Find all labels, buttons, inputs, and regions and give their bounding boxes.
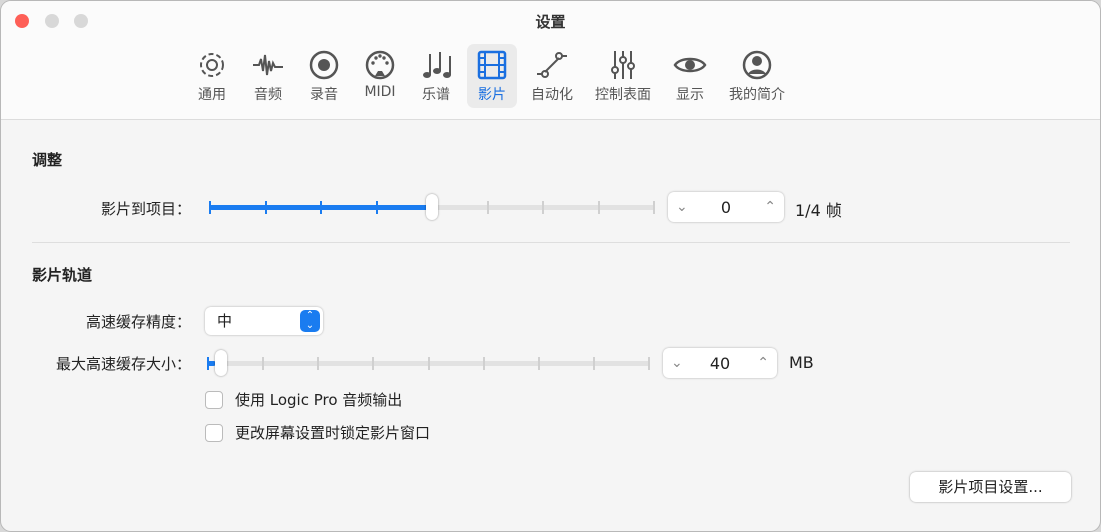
gear-icon bbox=[200, 53, 224, 77]
tab-waveform[interactable]: 音频 bbox=[243, 44, 293, 108]
slider-tick bbox=[537, 357, 540, 370]
checkbox-label: 更改屏幕设置时锁定影片窗口 bbox=[235, 424, 431, 442]
profile-icon bbox=[742, 50, 772, 80]
stepper-value[interactable]: 0 bbox=[721, 198, 731, 217]
select-value: 中 bbox=[217, 312, 233, 330]
decrement-icon[interactable]: ⌄ bbox=[676, 199, 688, 215]
slider-tick bbox=[264, 201, 267, 214]
tab-midi[interactable]: MIDI bbox=[355, 44, 405, 108]
tab-label: 自动化 bbox=[531, 87, 573, 103]
slider-tick bbox=[375, 201, 378, 214]
slider-tick bbox=[653, 201, 655, 214]
divider bbox=[32, 242, 1070, 243]
slider-tick bbox=[597, 201, 600, 214]
slider-tick bbox=[320, 201, 322, 214]
tab-label: 我的简介 bbox=[729, 87, 785, 103]
movie-project-settings-button[interactable]: 影片项目设置... bbox=[910, 472, 1071, 502]
slider-tick bbox=[486, 201, 489, 214]
tab-label: 乐谱 bbox=[422, 87, 450, 103]
tab-eye[interactable]: 显示 bbox=[665, 44, 715, 108]
slider-thumb[interactable] bbox=[426, 194, 438, 220]
movie-to-project-slider[interactable] bbox=[209, 194, 655, 220]
slider-tick bbox=[542, 201, 544, 214]
slider-tick bbox=[207, 357, 209, 370]
sliders-icon bbox=[611, 51, 635, 79]
checkbox[interactable] bbox=[205, 390, 223, 409]
slider-tick bbox=[317, 357, 320, 370]
use-logic-audio-checkbox[interactable]: 使用 Logic Pro 音频输出 bbox=[205, 389, 402, 410]
section-movie-track-heading: 影片轨道 bbox=[32, 266, 93, 284]
cache-precision-select[interactable]: 中 ⌃ ⌄ bbox=[205, 307, 323, 335]
automation-icon bbox=[537, 52, 567, 78]
updown-chevron-icon: ⌃ ⌄ bbox=[300, 310, 320, 332]
settings-window: 设置 通用 音频 录音 MIDI 乐谱 影片 自动化 控制表面 显示 我的简介 调整 影片到项目：… bbox=[0, 0, 1101, 532]
toolbar: 设置 通用 音频 录音 MIDI 乐谱 影片 自动化 控制表面 显示 我的简介 bbox=[1, 1, 1100, 120]
waveform-icon bbox=[253, 54, 283, 76]
tab-label: 显示 bbox=[676, 87, 704, 103]
cache-precision-label: 高速缓存精度： bbox=[85, 313, 191, 331]
slider-tick bbox=[482, 357, 485, 370]
increment-icon[interactable]: ⌃ bbox=[764, 199, 776, 215]
tab-label: 音频 bbox=[254, 87, 282, 103]
slider-thumb[interactable] bbox=[215, 350, 227, 376]
cache-unit-label: MB bbox=[789, 353, 814, 372]
checkbox-label: 使用 Logic Pro 音频输出 bbox=[235, 391, 403, 409]
section-adjust-heading: 调整 bbox=[32, 151, 63, 169]
tab-label: 通用 bbox=[198, 87, 226, 103]
tab-film[interactable]: 影片 bbox=[467, 44, 517, 108]
tab-sliders[interactable]: 控制表面 bbox=[587, 44, 659, 108]
cache-size-stepper[interactable]: ⌄ 40 ⌃ bbox=[663, 348, 777, 378]
slider-tick bbox=[648, 357, 650, 370]
tab-notes[interactable]: 乐谱 bbox=[411, 44, 461, 108]
tab-automation[interactable]: 自动化 bbox=[523, 44, 581, 108]
tab-label: 控制表面 bbox=[595, 87, 651, 103]
movie-to-project-label: 影片到项目： bbox=[100, 200, 191, 218]
slider-tick bbox=[209, 201, 211, 214]
decrement-icon[interactable]: ⌄ bbox=[671, 355, 683, 371]
checkbox[interactable] bbox=[205, 423, 223, 442]
window-title: 设置 bbox=[535, 13, 566, 31]
midi-icon bbox=[365, 50, 395, 80]
slider-tick bbox=[427, 357, 430, 370]
tab-profile[interactable]: 我的简介 bbox=[721, 44, 793, 108]
increment-icon[interactable]: ⌃ bbox=[757, 355, 769, 371]
slider-tick bbox=[592, 357, 595, 370]
tab-label: 录音 bbox=[310, 87, 338, 103]
unit-label: 1/4 帧 bbox=[795, 201, 842, 220]
tab-label: MIDI bbox=[364, 84, 396, 100]
slider-tick bbox=[262, 357, 265, 370]
film-icon bbox=[477, 50, 507, 80]
movie-to-project-stepper[interactable]: ⌄ 0 ⌃ bbox=[668, 192, 784, 222]
cache-size-label: 最大高速缓存大小： bbox=[55, 355, 191, 373]
tab-record[interactable]: 录音 bbox=[299, 44, 349, 108]
notes-icon bbox=[423, 52, 451, 78]
eye-icon bbox=[673, 57, 707, 73]
stepper-value[interactable]: 40 bbox=[710, 354, 730, 373]
tab-gear[interactable]: 通用 bbox=[187, 44, 237, 108]
record-icon bbox=[309, 50, 339, 80]
lock-movie-window-checkbox[interactable]: 更改屏幕设置时锁定影片窗口 bbox=[205, 422, 430, 443]
tab-label: 影片 bbox=[478, 87, 506, 103]
slider-tick bbox=[372, 357, 375, 370]
cache-size-slider[interactable] bbox=[207, 350, 650, 376]
